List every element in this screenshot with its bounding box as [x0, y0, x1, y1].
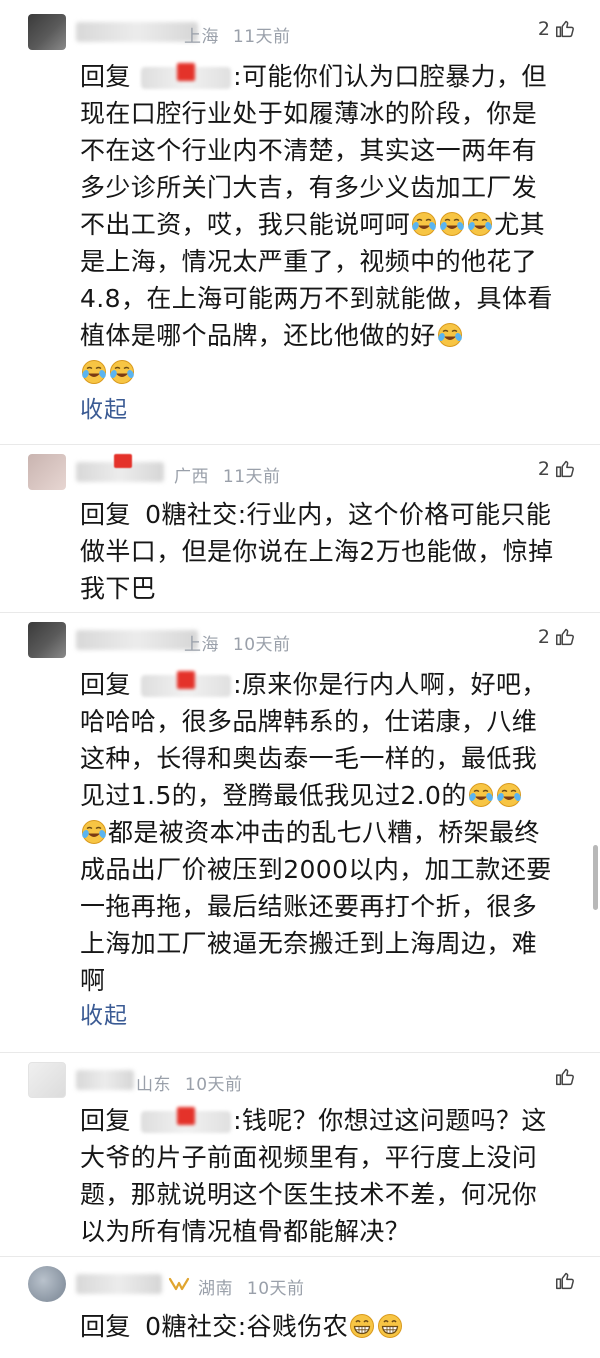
laugh-cry-emoji — [411, 211, 437, 237]
like-button[interactable]: 2 — [538, 18, 576, 40]
comment-body: :谷贱伤农 — [237, 1312, 349, 1341]
reply-target[interactable]: 0糖社交 — [145, 500, 238, 529]
thumbs-up-icon — [554, 626, 576, 648]
like-count: 2 — [537, 626, 550, 648]
username-redacted[interactable] — [76, 630, 198, 650]
redaction-mark — [114, 454, 132, 468]
laugh-cry-emoji — [468, 782, 494, 808]
like-count: 2 — [537, 18, 550, 40]
laugh-cry-emoji — [81, 359, 107, 385]
reply-keyword: 回复 — [80, 500, 131, 529]
divider — [0, 444, 600, 445]
grin-emoji — [377, 1313, 403, 1339]
location-label: 山东 — [136, 1075, 171, 1095]
like-button[interactable] — [554, 1270, 576, 1292]
comment-text: 回复 0糖社交:谷贱伤农 — [80, 1308, 560, 1345]
mention-redacted[interactable] — [141, 1107, 232, 1133]
avatar[interactable] — [28, 454, 66, 490]
reply-keyword: 回复 — [80, 62, 131, 91]
comment-header: 上海 10天前 2 — [28, 620, 588, 660]
location-label: 湖南 — [198, 1279, 233, 1299]
time-label: 11天前 — [222, 467, 281, 487]
comment-meta: 湖南 10天前 — [198, 1274, 305, 1299]
laugh-cry-emoji — [437, 322, 463, 348]
laugh-cry-emoji — [467, 211, 493, 237]
comment-body-part2: 都是被资本冲击的乱七八糟，桥架最终成品出厂价被压到2000以内，加工款还要一拖再… — [80, 818, 552, 995]
divider — [0, 1052, 600, 1053]
time-label: 10天前 — [232, 635, 291, 655]
comment-text: 回复 :可能你们认为口腔暴力，但现在口腔行业处于如履薄冰的阶段，你是不在这个行业… — [80, 58, 560, 391]
avatar[interactable] — [28, 1266, 66, 1302]
comment-meta: 上海 10天前 — [184, 630, 291, 655]
comment-text: 回复 0糖社交:行业内，这个价格可能只能做半口，但是你说在上海2万也能做，惊掉我… — [80, 496, 560, 607]
comment-meta: 广西 11天前 — [174, 462, 281, 487]
comment-text: 回复 :原来你是行内人啊，好吧，哈哈哈，很多品牌韩系的，仕诺康，八维这种，长得和… — [80, 666, 560, 999]
time-label: 11天前 — [232, 27, 291, 47]
location-label: 上海 — [184, 27, 219, 47]
divider — [0, 1256, 600, 1257]
scrollbar[interactable] — [593, 845, 598, 910]
location-label: 广西 — [174, 467, 209, 487]
laugh-cry-emoji — [439, 211, 465, 237]
username-redacted[interactable] — [76, 1070, 134, 1090]
mention-redacted[interactable] — [141, 63, 232, 89]
avatar[interactable] — [28, 622, 66, 658]
collapse-link[interactable]: 收起 — [80, 390, 128, 424]
comment-meta: 山东 10天前 — [136, 1070, 243, 1095]
reply-keyword: 回复 — [80, 1312, 131, 1341]
comment-header: 广西 11天前 2 — [28, 452, 588, 492]
laugh-cry-emoji — [496, 782, 522, 808]
collapse-link[interactable]: 收起 — [80, 996, 128, 1030]
like-count: 2 — [537, 458, 550, 480]
thumbs-up-icon — [554, 1270, 576, 1292]
reply-keyword: 回复 — [80, 1106, 131, 1135]
like-button[interactable]: 2 — [538, 626, 576, 648]
thumbs-up-icon — [554, 458, 576, 480]
reply-target[interactable]: 0糖社交 — [145, 1312, 238, 1341]
username-redacted[interactable] — [76, 1274, 162, 1294]
location-label: 上海 — [184, 635, 219, 655]
comment-header: 湖南 10天前 — [28, 1264, 588, 1304]
like-button[interactable] — [554, 1066, 576, 1088]
mention-redacted[interactable] — [141, 671, 232, 697]
avatar[interactable] — [28, 1062, 66, 1098]
username-redacted[interactable] — [76, 22, 198, 42]
thumbs-up-icon — [554, 1066, 576, 1088]
like-button[interactable]: 2 — [538, 458, 576, 480]
time-label: 10天前 — [184, 1075, 243, 1095]
comment-meta: 上海 11天前 — [184, 22, 291, 47]
time-label: 10天前 — [246, 1279, 305, 1299]
thumbs-up-icon — [554, 18, 576, 40]
divider — [0, 612, 600, 613]
laugh-cry-emoji — [109, 359, 135, 385]
reply-keyword: 回复 — [80, 670, 131, 699]
laugh-cry-emoji — [81, 819, 107, 845]
vip-badge-icon — [168, 1277, 190, 1291]
grin-emoji — [349, 1313, 375, 1339]
comment-header: 山东 10天前 — [28, 1060, 588, 1100]
comment-text: 回复 :钱呢？你想过这问题吗？这大爷的片子前面视频里有，平行度上没问题，那就说明… — [80, 1102, 560, 1250]
avatar[interactable] — [28, 14, 66, 50]
comment-header: 上海 11天前 2 — [28, 12, 588, 52]
